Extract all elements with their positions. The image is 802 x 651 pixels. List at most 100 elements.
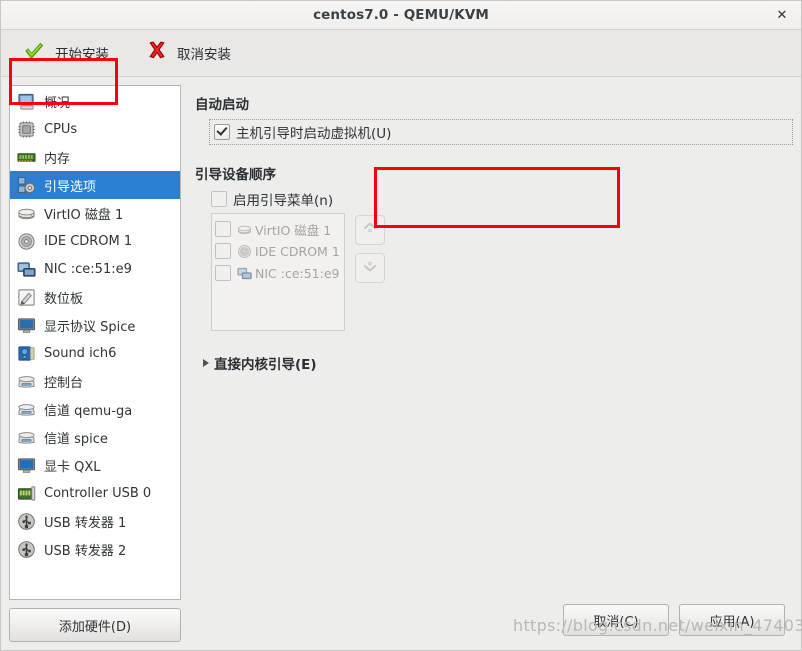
memory-icon	[16, 147, 36, 167]
triangle-right-icon	[203, 359, 209, 367]
usb-icon	[16, 539, 36, 559]
cdrom-icon	[236, 243, 252, 259]
boot-device-list[interactable]: VirtIO 磁盘 1 IDE CDROM 1 NIC :ce:51:e9	[211, 213, 345, 331]
enable-boot-menu-label: 启用引导菜单(n)	[233, 193, 334, 209]
sidebar-item-label: USB 转发器 2	[44, 543, 127, 559]
channel-icon	[16, 399, 36, 419]
content-area: 概况 CPUs 内存引导选项 VirtIO 磁盘 1 IDE CDROM 1 NIC :c…	[1, 77, 801, 650]
disk-icon	[236, 221, 252, 237]
hardware-list[interactable]: 概况 CPUs 内存引导选项 VirtIO 磁盘 1 IDE CDROM 1 NIC :c…	[9, 85, 181, 600]
sidebar-item[interactable]: USB 转发器 1	[10, 507, 180, 535]
sidebar-item[interactable]: IDE CDROM 1	[10, 227, 180, 255]
boot-device-row[interactable]: NIC :ce:51:e9	[215, 262, 341, 284]
sidebar-item-label: 显示协议 Spice	[44, 319, 136, 335]
apply-button-label: 应用(A)	[709, 614, 755, 630]
sidebar-item-label: 引导选项	[44, 179, 97, 195]
boot-device-block: VirtIO 磁盘 1 IDE CDROM 1 NIC :ce:51:e9	[211, 213, 789, 331]
sidebar-item[interactable]: 数位板	[10, 283, 180, 311]
sidebar-item[interactable]: Sound ich6	[10, 339, 180, 367]
title-bar: centos7.0 - QEMU/KVM ✕	[1, 1, 801, 30]
direct-kernel-boot-expander[interactable]: 直接内核引导(E)	[203, 353, 789, 373]
green-check-icon	[23, 40, 45, 66]
apply-button[interactable]: 应用(A)	[679, 604, 785, 636]
sidebar-item-label: 内存	[44, 151, 71, 167]
sidebar-item[interactable]: VirtIO 磁盘 1	[10, 199, 180, 227]
begin-installation-button[interactable]: 开始安装	[17, 37, 115, 69]
sidebar-item[interactable]: 信道 qemu-ga	[10, 395, 180, 423]
boot-device-row[interactable]: VirtIO 磁盘 1	[215, 218, 341, 240]
add-hardware-label: 添加硬件(D)	[58, 619, 132, 635]
sidebar-item-label: 信道 qemu-ga	[44, 403, 133, 419]
boot-device-label: NIC :ce:51:e9	[255, 265, 340, 281]
chevron-down-icon	[361, 257, 379, 279]
cdrom-icon	[16, 231, 36, 251]
chevron-up-icon	[361, 219, 379, 241]
sidebar-item[interactable]: NIC :ce:51:e9	[10, 255, 180, 283]
sidebar-item-label: 概况	[44, 95, 71, 111]
console-icon	[16, 371, 36, 391]
add-hardware-button[interactable]: 添加硬件(D)	[9, 608, 181, 642]
sidebar-item[interactable]: USB 转发器 2	[10, 535, 180, 563]
sidebar-item-label: IDE CDROM 1	[44, 233, 133, 249]
red-x-icon	[147, 41, 167, 65]
cancel-installation-button[interactable]: 取消安装	[141, 38, 237, 68]
sidebar-item-label: 信道 spice	[44, 431, 108, 447]
vm-details-window: centos7.0 - QEMU/KVM ✕ 开始安装 取消安装 概况 CPUs…	[0, 0, 802, 651]
sidebar-item-label: Controller USB 0	[44, 485, 152, 501]
autostart-checkbox[interactable]	[214, 124, 230, 140]
sound-icon	[16, 343, 36, 363]
enable-boot-menu-row[interactable]: 启用引导菜单(n)	[211, 189, 789, 209]
display-icon	[16, 315, 36, 335]
sidebar-item[interactable]: 信道 spice	[10, 423, 180, 451]
begin-installation-label: 开始安装	[55, 47, 109, 63]
sidebar-item[interactable]: 内存	[10, 143, 180, 171]
move-up-button[interactable]	[355, 215, 385, 245]
boot-order-arrow-buttons	[355, 213, 385, 331]
sidebar-item[interactable]: 显示协议 Spice	[10, 311, 180, 339]
direct-kernel-boot-label: 直接内核引导(E)	[214, 357, 317, 373]
boot-device-checkbox[interactable]	[215, 265, 231, 281]
sidebar-item[interactable]: 引导选项	[10, 171, 180, 199]
sidebar-item-label: 显卡 QXL	[44, 459, 101, 475]
boot-options-pane: 自动启动 主机引导时启动虚拟机(U) 引导设备顺序 启用引导菜单(n) Virt…	[189, 85, 793, 598]
enable-boot-menu-checkbox[interactable]	[211, 191, 227, 207]
sidebar-item[interactable]: Controller USB 0	[10, 479, 180, 507]
close-icon[interactable]: ✕	[771, 4, 793, 26]
sidebar-item[interactable]: CPUs	[10, 115, 180, 143]
boot-device-label: IDE CDROM 1	[255, 243, 340, 259]
autostart-checkbox-row[interactable]: 主机引导时启动虚拟机(U)	[209, 119, 793, 145]
sidebar-item[interactable]: 控制台	[10, 367, 180, 395]
channel-icon	[16, 427, 36, 447]
sidebar-item-label: USB 转发器 1	[44, 515, 127, 531]
move-down-button[interactable]	[355, 253, 385, 283]
boot-device-checkbox[interactable]	[215, 221, 231, 237]
boot-order-heading: 引导设备顺序	[195, 167, 276, 183]
sidebar-item-label: 数位板	[44, 291, 84, 307]
cancel-installation-label: 取消安装	[177, 47, 231, 63]
boot-device-checkbox[interactable]	[215, 243, 231, 259]
boot-device-row[interactable]: IDE CDROM 1	[215, 240, 341, 262]
network-icon	[236, 265, 252, 281]
boot-options-icon	[16, 175, 36, 195]
disk-icon	[16, 203, 36, 223]
hardware-sidebar: 概况 CPUs 内存引导选项 VirtIO 磁盘 1 IDE CDROM 1 NIC :c…	[9, 85, 181, 642]
sidebar-item[interactable]: 显卡 QXL	[10, 451, 180, 479]
sidebar-item-label: 控制台	[44, 375, 84, 391]
network-icon	[16, 259, 36, 279]
sidebar-item-label: NIC :ce:51:e9	[44, 261, 132, 277]
sidebar-item-label: Sound ich6	[44, 345, 117, 361]
autostart-heading: 自动启动	[195, 97, 249, 113]
cpu-icon	[16, 119, 36, 139]
cancel-button[interactable]: 取消(C)	[563, 604, 669, 636]
autostart-checkbox-label: 主机引导时启动虚拟机(U)	[236, 126, 392, 142]
cancel-button-label: 取消(C)	[593, 614, 639, 630]
dialog-buttons: 取消(C) 应用(A)	[189, 598, 793, 642]
detail-panel: 自动启动 主机引导时启动虚拟机(U) 引导设备顺序 启用引导菜单(n) Virt…	[189, 85, 793, 642]
window-title: centos7.0 - QEMU/KVM	[313, 7, 489, 23]
toolbar: 开始安装 取消安装	[1, 30, 801, 105]
sidebar-item[interactable]: 概况	[10, 87, 180, 115]
boot-device-label: VirtIO 磁盘 1	[255, 222, 332, 238]
video-icon	[16, 455, 36, 475]
tablet-icon	[16, 287, 36, 307]
usb-icon	[16, 511, 36, 531]
